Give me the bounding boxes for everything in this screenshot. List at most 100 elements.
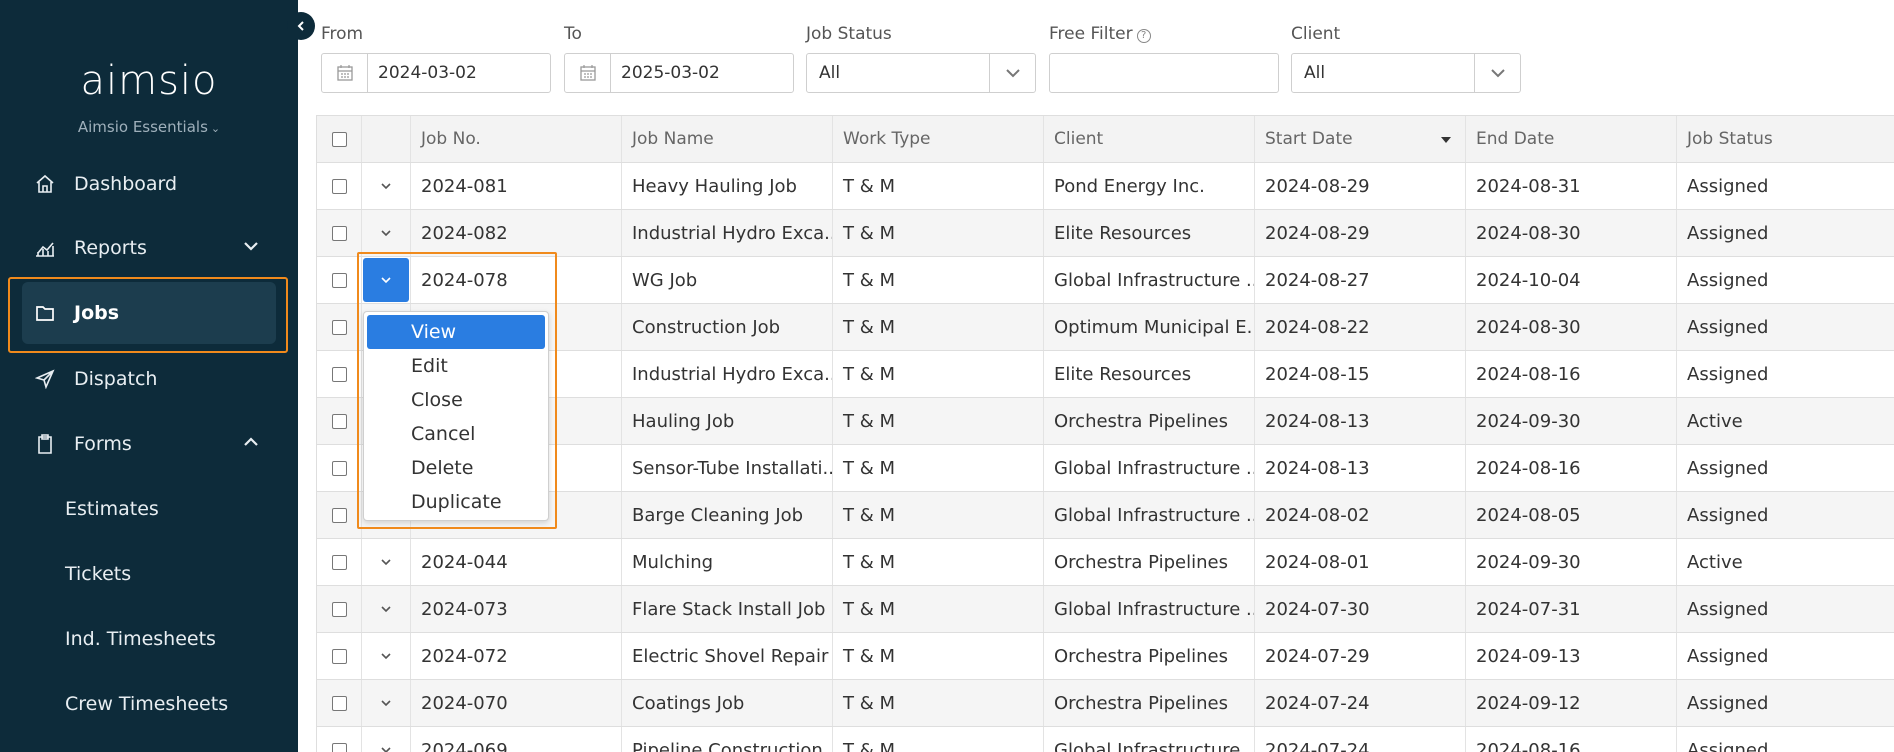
cell-work-type: T & M: [833, 398, 1044, 444]
cell-job-status: Assigned: [1687, 175, 1769, 197]
client-select[interactable]: All: [1291, 53, 1521, 93]
row-actions-cell: [362, 163, 411, 209]
column-header-work-type[interactable]: Work Type: [833, 116, 1044, 162]
nav-label: Dashboard: [74, 173, 178, 195]
row-actions-toggle[interactable]: [363, 211, 409, 255]
calendar-icon[interactable]: [322, 54, 368, 92]
row-checkbox[interactable]: [316, 633, 362, 679]
table-row[interactable]: 2024-078 WG Job T & M Global Infrastructure…: [316, 257, 1894, 304]
to-date-field[interactable]: 2025-03-02: [564, 53, 794, 93]
row-actions-toggle[interactable]: [363, 540, 409, 584]
chevron-down-icon: [381, 559, 391, 566]
chevron-down-icon: [381, 653, 391, 660]
cell-job-name: Barge Cleaning Job: [622, 492, 833, 538]
row-actions-toggle[interactable]: [363, 681, 409, 725]
table-row[interactable]: Barge Cleaning Job T & M Global Infrastruc…: [316, 492, 1894, 539]
cell-job-status: Assigned: [1687, 222, 1769, 244]
cell-job-no: 2024-069: [411, 727, 622, 752]
row-checkbox[interactable]: [316, 163, 362, 209]
nav-label: Dispatch: [74, 368, 158, 390]
cell-end-date: 2024-09-13: [1466, 633, 1677, 679]
chevron-down-icon: [381, 277, 391, 284]
table-row[interactable]: 2024-044 Mulching T & M Orchestra Pipelines…: [316, 539, 1894, 586]
from-label: From: [321, 24, 364, 44]
row-actions-toggle[interactable]: [363, 728, 409, 752]
nav-estimates[interactable]: Estimates: [65, 489, 159, 529]
row-actions-cell: [362, 257, 411, 303]
table-row[interactable]: Industrial Hydro Exca... T & M Elite Resou…: [316, 351, 1894, 398]
workspace-switcher[interactable]: Aimsio Essentials ⌄: [0, 118, 298, 136]
menu-item-edit[interactable]: Edit: [367, 349, 545, 383]
table-row[interactable]: 2024-070 Coatings Job T & M Orchestra Pipel…: [316, 680, 1894, 727]
nav-reports[interactable]: Reports: [22, 217, 276, 279]
column-header-job-name[interactable]: Job Name: [622, 116, 833, 162]
row-checkbox[interactable]: [316, 445, 362, 491]
cell-client: Elite Resources: [1044, 351, 1255, 397]
menu-item-cancel[interactable]: Cancel: [367, 417, 545, 451]
cell-work-type: T & M: [833, 445, 1044, 491]
cell-end-date: 2024-08-30: [1466, 210, 1677, 256]
cell-end-date: 2024-08-31: [1466, 163, 1677, 209]
row-actions-toggle[interactable]: [363, 587, 409, 631]
cell-job-name: WG Job: [622, 257, 833, 303]
nav-dispatch[interactable]: Dispatch: [22, 348, 276, 410]
cell-end-date: 2024-08-16: [1466, 445, 1677, 491]
cell-job-no: 2024-081: [411, 163, 622, 209]
nav-jobs[interactable]: Jobs: [22, 282, 276, 344]
row-checkbox[interactable]: [316, 539, 362, 585]
select-all-checkbox[interactable]: [316, 116, 362, 162]
column-header-job-status[interactable]: Job Status: [1677, 116, 1894, 162]
column-header-end-date[interactable]: End Date: [1466, 116, 1677, 162]
menu-item-delete[interactable]: Delete: [367, 451, 545, 485]
menu-item-view[interactable]: View: [367, 315, 545, 349]
folder-icon: [32, 300, 58, 326]
nav-forms[interactable]: Forms: [22, 413, 276, 475]
cell-client: Global Infrastructure ...: [1044, 586, 1255, 632]
row-checkbox[interactable]: [316, 680, 362, 726]
sort-desc-icon: [1441, 137, 1451, 143]
column-header-label: Start Date: [1265, 129, 1353, 149]
header-spacer: [362, 116, 411, 162]
row-checkbox[interactable]: [316, 586, 362, 632]
column-header-client[interactable]: Client: [1044, 116, 1255, 162]
row-checkbox[interactable]: [316, 304, 362, 350]
cell-job-no: 2024-082: [411, 210, 622, 256]
menu-item-close[interactable]: Close: [367, 383, 545, 417]
row-actions-toggle[interactable]: [363, 164, 409, 208]
table-row[interactable]: 2024-069 Pipeline Construction... T & M Glo…: [316, 727, 1894, 752]
column-header-start-date[interactable]: Start Date: [1255, 116, 1466, 162]
table-row[interactable]: 2024-082 Industrial Hydro Exca... T & M Eli…: [316, 210, 1894, 257]
nav-ind-timesheets[interactable]: Ind. Timesheets: [65, 619, 216, 659]
cell-end-date: 2024-07-31: [1466, 586, 1677, 632]
menu-item-duplicate[interactable]: Duplicate: [367, 485, 545, 519]
row-checkbox[interactable]: [316, 257, 362, 303]
free-filter-input[interactable]: [1049, 53, 1279, 93]
nav-crew-timesheets[interactable]: Crew Timesheets: [65, 684, 228, 724]
row-checkbox[interactable]: [316, 351, 362, 397]
row-actions-toggle[interactable]: [363, 634, 409, 678]
table-row[interactable]: 2024-081 Heavy Hauling Job T & M Pond Energ…: [316, 163, 1894, 210]
cell-job-status: Assigned: [1687, 598, 1769, 620]
from-date-field[interactable]: 2024-03-02: [321, 53, 551, 93]
table-row[interactable]: 2024-072 Electric Shovel Repair T & M Orche…: [316, 633, 1894, 680]
cell-start-date: 2024-08-01: [1255, 539, 1466, 585]
nav-tickets[interactable]: Tickets: [65, 554, 131, 594]
chevron-down-icon: [381, 747, 391, 752]
calendar-icon[interactable]: [565, 54, 611, 92]
help-icon[interactable]: ?: [1136, 29, 1151, 43]
row-checkbox[interactable]: [316, 727, 362, 752]
cell-job-name: Heavy Hauling Job: [622, 163, 833, 209]
row-checkbox[interactable]: [316, 210, 362, 256]
job-status-select[interactable]: All: [806, 53, 1036, 93]
row-checkbox[interactable]: [316, 398, 362, 444]
table-row[interactable]: Hauling Job T & M Orchestra Pipelines 2024-…: [316, 398, 1894, 445]
row-actions-toggle[interactable]: [363, 258, 409, 302]
nav-dashboard[interactable]: Dashboard: [22, 153, 276, 215]
collapse-sidebar-button[interactable]: [287, 12, 315, 40]
table-row[interactable]: Sensor-Tube Installati... T & M Global Inf…: [316, 445, 1894, 492]
cell-end-date: 2024-08-16: [1466, 351, 1677, 397]
table-row[interactable]: 2024-073 Flare Stack Install Job T & M Glob…: [316, 586, 1894, 633]
row-checkbox[interactable]: [316, 492, 362, 538]
table-row[interactable]: Construction Job T & M Optimum Municipal E…: [316, 304, 1894, 351]
column-header-job-no[interactable]: Job No.: [411, 116, 622, 162]
